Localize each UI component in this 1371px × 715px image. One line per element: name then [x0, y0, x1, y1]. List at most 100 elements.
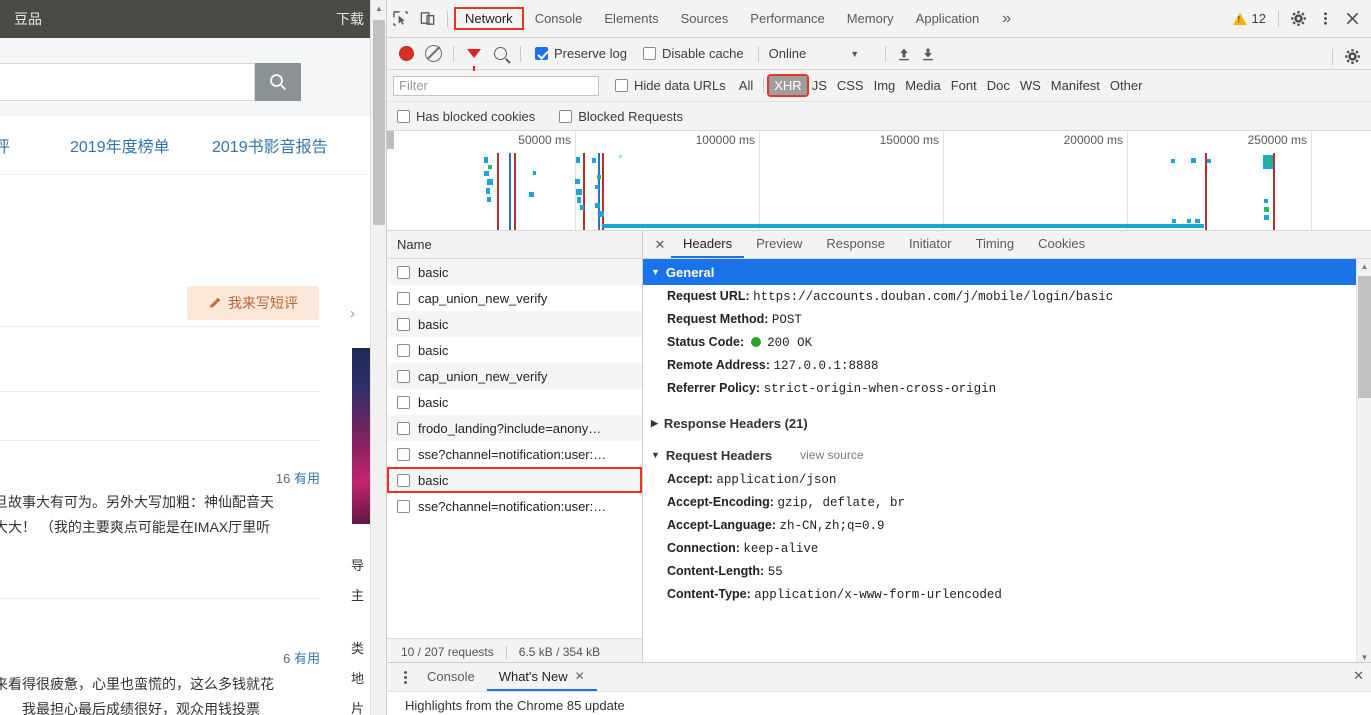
filter-type-ws[interactable]: WS: [1015, 76, 1046, 95]
filter-toggle-button[interactable]: [460, 41, 487, 71]
filter-type-media[interactable]: Media: [900, 76, 945, 95]
tab-network[interactable]: Network: [454, 7, 524, 30]
row-checkbox[interactable]: [397, 317, 410, 331]
table-row[interactable]: cap_union_new_verify: [387, 363, 642, 389]
table-row[interactable]: basic: [387, 389, 642, 415]
page-scrollbar[interactable]: ▲: [370, 0, 386, 715]
row-checkbox[interactable]: [397, 421, 410, 435]
filter-type-manifest[interactable]: Manifest: [1046, 76, 1105, 95]
page-search-button[interactable]: [255, 63, 301, 101]
filter-type-font[interactable]: Font: [946, 76, 982, 95]
close-devtools-icon[interactable]: [1339, 6, 1366, 32]
tab-cookies[interactable]: Cookies: [1026, 231, 1097, 258]
clear-button[interactable]: [420, 41, 447, 67]
filter-input[interactable]: [393, 75, 599, 96]
write-short-review-button[interactable]: 我来写短评: [187, 286, 319, 320]
filter-type-css[interactable]: CSS: [832, 76, 869, 95]
hide-data-urls-checkbox[interactable]: Hide data URLs: [615, 78, 726, 93]
table-row[interactable]: basic: [387, 311, 642, 337]
filter-type-xhr[interactable]: XHR: [767, 74, 809, 97]
row-checkbox[interactable]: [397, 473, 410, 487]
close-drawer-icon[interactable]: ✕: [1353, 668, 1364, 684]
nav-link-annual-report[interactable]: 2019书影音报告: [212, 133, 328, 157]
review-text-line: 我最担心最后成绩很好，观众用钱投票: [22, 701, 260, 715]
table-row-selected[interactable]: basic: [387, 467, 642, 493]
table-row[interactable]: basic: [387, 259, 642, 285]
network-overview-timeline[interactable]: 50000 ms 100000 ms 150000 ms 200000 ms 2…: [387, 131, 1371, 231]
row-checkbox[interactable]: [397, 369, 410, 383]
filter-type-js[interactable]: JS: [807, 76, 832, 95]
table-row[interactable]: cap_union_new_verify: [387, 285, 642, 311]
export-har-button[interactable]: [916, 42, 940, 66]
tab-preview[interactable]: Preview: [744, 231, 814, 258]
review-useful-count[interactable]: 6 有用: [283, 648, 320, 667]
drawer-tab-whats-new[interactable]: What's New ✕: [486, 663, 597, 691]
preserve-log-checkbox[interactable]: Preserve log: [535, 46, 627, 61]
warning-count-badge[interactable]: 12: [1227, 11, 1272, 26]
record-icon: [400, 47, 413, 60]
drawer-menu-icon[interactable]: [395, 670, 415, 684]
filter-type-img[interactable]: Img: [869, 76, 901, 95]
tab-initiator[interactable]: Initiator: [897, 231, 964, 258]
tab-response[interactable]: Response: [814, 231, 897, 258]
row-checkbox[interactable]: [397, 291, 410, 305]
page-search-input[interactable]: [0, 63, 255, 101]
nav-link-annual-list[interactable]: 2019年度榜单: [70, 133, 170, 157]
table-row[interactable]: sse?channel=notification:user:…: [387, 493, 642, 519]
scroll-up-arrow-icon[interactable]: ▲: [1357, 259, 1371, 274]
section-general[interactable]: ▼ General: [643, 259, 1371, 285]
carousel-next-chevron-icon[interactable]: ›: [350, 305, 355, 322]
row-checkbox[interactable]: [397, 265, 410, 279]
search-toggle-button[interactable]: [487, 41, 514, 67]
tab-elements[interactable]: Elements: [593, 7, 669, 30]
tab-sources[interactable]: Sources: [670, 7, 740, 30]
table-row[interactable]: sse?channel=notification:user:…: [387, 441, 642, 467]
blocked-requests-checkbox[interactable]: Blocked Requests: [559, 109, 683, 124]
drawer-tab-console[interactable]: Console: [415, 663, 487, 691]
network-body: Name basic cap_union_new_verify basic ba…: [387, 231, 1371, 665]
scroll-up-arrow-icon[interactable]: ▲: [371, 0, 386, 17]
row-checkbox[interactable]: [397, 447, 410, 461]
has-blocked-cookies-checkbox[interactable]: Has blocked cookies: [397, 109, 535, 124]
throttling-select[interactable]: Online ▼: [769, 46, 860, 61]
network-settings-button[interactable]: [1339, 44, 1366, 70]
record-button[interactable]: [393, 41, 420, 67]
detail-scrollbar[interactable]: ▲ ▼: [1356, 259, 1371, 665]
row-checkbox[interactable]: [397, 343, 410, 357]
section-response-headers[interactable]: ▶ Response Headers (21): [643, 410, 1371, 436]
disable-cache-checkbox[interactable]: Disable cache: [642, 46, 744, 61]
tab-headers[interactable]: Headers: [671, 231, 745, 258]
header-value: zh-CN,zh;q=0.9: [779, 519, 885, 533]
import-har-button[interactable]: [892, 42, 916, 66]
tab-memory[interactable]: Memory: [836, 7, 905, 30]
view-source-link[interactable]: view source: [800, 448, 863, 462]
tab-performance[interactable]: Performance: [739, 7, 835, 30]
divider: [0, 440, 320, 441]
nav-link-reviews[interactable]: 影评: [0, 133, 10, 157]
filter-type-all[interactable]: All: [734, 76, 758, 95]
scrollbar-thumb[interactable]: [373, 20, 385, 225]
inspect-element-icon[interactable]: [387, 6, 414, 32]
table-row[interactable]: basic: [387, 337, 642, 363]
section-request-headers[interactable]: ▼ Request Headers view source: [643, 442, 1371, 468]
more-tabs-icon[interactable]: »: [990, 10, 1023, 28]
request-list-header[interactable]: Name: [387, 231, 642, 259]
header-value: 127.0.0.1:8888: [773, 359, 879, 373]
table-row[interactable]: frodo_landing?include=anony…: [387, 415, 642, 441]
settings-gear-icon[interactable]: [1285, 6, 1312, 32]
device-toolbar-icon[interactable]: [414, 6, 441, 32]
more-options-icon[interactable]: [1312, 6, 1339, 32]
scrollbar-thumb[interactable]: [1358, 276, 1371, 398]
filter-type-doc[interactable]: Doc: [982, 76, 1015, 95]
tab-application[interactable]: Application: [905, 7, 991, 30]
review-useful-count[interactable]: 16 有用: [276, 468, 320, 487]
row-checkbox[interactable]: [397, 395, 410, 409]
filter-type-other[interactable]: Other: [1105, 76, 1148, 95]
close-detail-icon[interactable]: ✕: [649, 234, 671, 256]
tab-timing[interactable]: Timing: [964, 231, 1027, 258]
douban-brand-link[interactable]: 豆品: [14, 9, 42, 29]
tab-console[interactable]: Console: [524, 7, 594, 30]
close-tab-icon[interactable]: ✕: [575, 669, 585, 683]
row-checkbox[interactable]: [397, 499, 410, 513]
download-link[interactable]: 下载: [336, 9, 364, 29]
